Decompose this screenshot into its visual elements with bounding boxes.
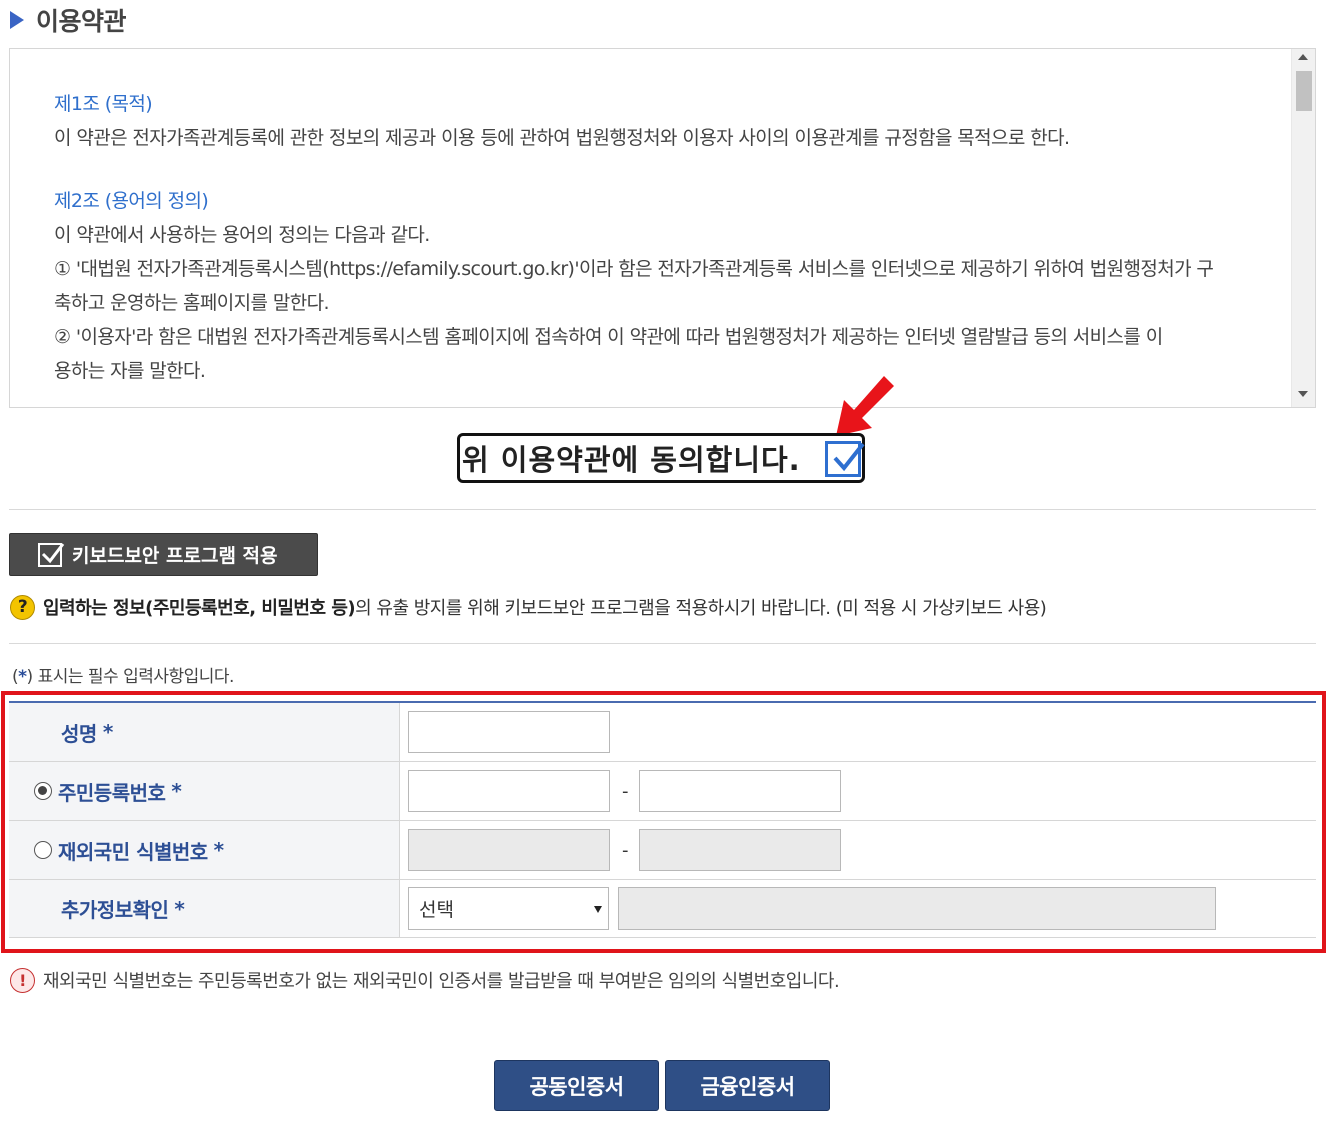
- scroll-up-arrow-icon[interactable]: [1298, 54, 1308, 60]
- keyboard-security-button[interactable]: 키보드보안 프로그램 적용: [9, 533, 318, 576]
- checkmark-icon: [41, 542, 65, 563]
- extra-label-cell: 추가정보확인 *: [9, 880, 400, 937]
- article-2-item-1: ① '대법원 전자가족관계등록시스템(https://efamily.scour…: [54, 258, 1214, 280]
- required-star: *: [102, 720, 113, 744]
- notice-text: 의 유출 방지를 위해 키보드보안 프로그램을 적용하시기 바랍니다. (미 적…: [355, 598, 1047, 619]
- keyboard-security-checkbox[interactable]: [38, 542, 65, 567]
- article-1-title: 제1조 (목적): [54, 93, 153, 115]
- terms-content: 제1조 (목적) 이 약관은 전자가족관계등록에 관한 정보의 제공과 이용 등…: [54, 87, 1274, 388]
- rrn-label-cell[interactable]: 주민등록번호 *: [9, 762, 400, 820]
- checkmark-icon: [833, 442, 865, 472]
- name-label: 성명: [61, 721, 97, 746]
- section-title: 이용약관: [36, 7, 127, 36]
- joint-certificate-button[interactable]: 공동인증서: [494, 1060, 659, 1111]
- terms-agree-checkbox[interactable]: [825, 441, 865, 477]
- rrn-radio[interactable]: [34, 782, 52, 800]
- form-row-name: 성명 *: [9, 703, 1316, 762]
- terms-scroll-box[interactable]: 제1조 (목적) 이 약관은 전자가족관계등록에 관한 정보의 제공과 이용 등…: [9, 48, 1316, 408]
- terms-agree-box[interactable]: 위 이용약관에 동의합니다.: [457, 433, 865, 483]
- article-2-intro: 이 약관에서 사용하는 용어의 정의는 다음과 같다.: [54, 224, 430, 246]
- scroll-down-arrow-icon[interactable]: [1298, 391, 1308, 397]
- extra-info-select[interactable]: 선택: [408, 887, 609, 930]
- article-2-item-1-cont: 축하고 운영하는 홈페이지를 말한다.: [54, 292, 330, 314]
- form-row-rrn: 주민등록번호 * -: [9, 762, 1316, 821]
- financial-certificate-button[interactable]: 금융인증서: [665, 1060, 830, 1111]
- article-1-body: 이 약관은 전자가족관계등록에 관한 정보의 제공과 이용 등에 관하여 법원행…: [54, 127, 1070, 149]
- rrn-front-input[interactable]: [408, 770, 610, 812]
- terms-scrollbar[interactable]: [1291, 49, 1315, 407]
- overseas-back-input[interactable]: [639, 829, 841, 871]
- required-star: *: [171, 779, 182, 803]
- extra-info-label: 추가정보확인: [61, 898, 169, 922]
- red-arrow-pointer-icon: [836, 376, 894, 436]
- required-note: (*) 표시는 필수 입력사항입니다.: [12, 667, 234, 687]
- identity-form: 성명 * 주민등록번호 * - 재외국민 식별번호 * - 추가정보확인 * 선…: [9, 701, 1316, 938]
- keyboard-security-notice: ? 입력하는 정보(주민등록번호, 비밀번호 등) 의 유출 방지를 위해 키보…: [10, 593, 1047, 621]
- required-star: *: [213, 838, 224, 862]
- terms-agree-label: 위 이용약관에 동의합니다.: [462, 443, 801, 477]
- divider: [9, 509, 1316, 510]
- overseas-label: 재외국민 식별번호: [58, 839, 208, 864]
- keyboard-security-label: 키보드보안 프로그램 적용: [72, 545, 278, 567]
- form-row-extra: 추가정보확인 * 선택: [9, 880, 1316, 938]
- name-input[interactable]: [408, 711, 610, 753]
- form-row-overseas: 재외국민 식별번호 * -: [9, 821, 1316, 880]
- required-star: *: [174, 896, 185, 921]
- exclamation-icon: !: [10, 967, 35, 993]
- overseas-front-input[interactable]: [408, 829, 610, 871]
- rrn-back-input[interactable]: [639, 770, 841, 812]
- question-icon: ?: [10, 594, 35, 620]
- overseas-id-notice: ! 재외국민 식별번호는 주민등록번호가 없는 재외국민이 인증서를 발급받을 …: [10, 966, 840, 994]
- article-2-item-2-cont: 용하는 자를 말한다.: [54, 360, 206, 382]
- rrn-label: 주민등록번호: [58, 780, 166, 805]
- required-star: *: [18, 667, 27, 687]
- extra-info-select-value: 선택: [419, 899, 454, 921]
- article-2-title: 제2조 (용어의 정의): [54, 190, 209, 212]
- name-label-cell: 성명 *: [9, 703, 400, 761]
- dash-separator: -: [622, 840, 629, 861]
- article-2-item-2: ② '이용자'라 함은 대법원 전자가족관계등록시스템 홈페이지에 접속하여 이…: [54, 326, 1163, 348]
- scroll-thumb[interactable]: [1296, 71, 1312, 111]
- section-header: 이용약관: [10, 2, 127, 38]
- dash-separator: -: [622, 781, 629, 802]
- triangle-bullet-icon: [10, 11, 24, 29]
- overseas-notice-text: 재외국민 식별번호는 주민등록번호가 없는 재외국민이 인증서를 발급받을 때 …: [43, 971, 840, 992]
- divider: [9, 643, 1316, 644]
- overseas-radio[interactable]: [34, 841, 52, 859]
- chevron-down-icon: [594, 906, 602, 913]
- extra-info-input[interactable]: [618, 887, 1216, 930]
- overseas-label-cell[interactable]: 재외국민 식별번호 *: [9, 821, 400, 879]
- notice-bold-text: 입력하는 정보(주민등록번호, 비밀번호 등): [43, 598, 356, 619]
